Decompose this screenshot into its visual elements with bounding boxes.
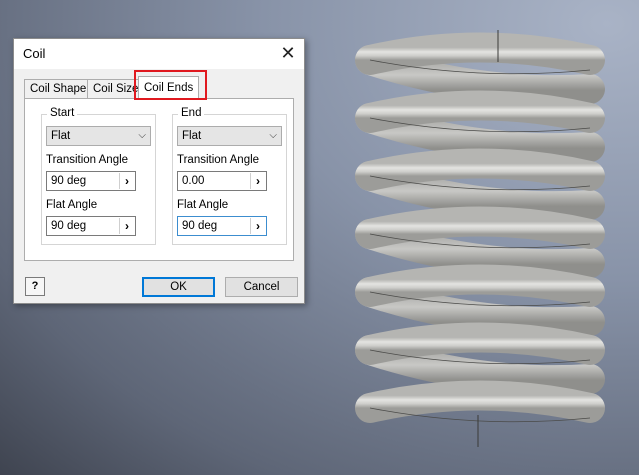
chevron-down-icon: ⌵ bbox=[138, 130, 146, 141]
start-transition-angle-label: Transition Angle bbox=[46, 154, 129, 166]
start-type-value: Flat bbox=[51, 130, 71, 142]
chevron-down-icon: ⌵ bbox=[269, 130, 277, 141]
dialog-titlebar: Coil ✕ bbox=[14, 39, 304, 69]
chevron-right-icon[interactable]: › bbox=[119, 218, 134, 234]
ok-button[interactable]: OK bbox=[142, 277, 215, 297]
tab-coil-ends[interactable]: Coil Ends bbox=[138, 76, 200, 99]
dialog-title: Coil bbox=[23, 46, 46, 61]
start-flat-angle-value: 90 deg bbox=[51, 220, 87, 232]
start-flat-angle-label: Flat Angle bbox=[46, 199, 98, 211]
coil-front-turn bbox=[355, 206, 605, 249]
cancel-button[interactable]: Cancel bbox=[225, 277, 298, 297]
start-flat-angle-field[interactable]: 90 deg › bbox=[46, 216, 136, 236]
end-group-label: End bbox=[178, 107, 205, 119]
coil-front-turn bbox=[355, 148, 605, 191]
start-group: Start Flat ⌵ Transition Angle 90 deg › F… bbox=[41, 107, 156, 245]
close-icon[interactable]: ✕ bbox=[276, 43, 300, 65]
coil-spring-model[interactable] bbox=[330, 0, 630, 475]
end-type-select[interactable]: Flat ⌵ bbox=[177, 126, 282, 146]
end-flat-angle-label: Flat Angle bbox=[177, 199, 229, 211]
start-group-label: Start bbox=[47, 107, 78, 119]
end-transition-angle-label: Transition Angle bbox=[177, 154, 260, 166]
coil-front-turn bbox=[355, 90, 605, 133]
tab-coil-size[interactable]: Coil Size bbox=[87, 79, 145, 98]
end-transition-angle-field[interactable]: 0.00 › bbox=[177, 171, 267, 191]
end-transition-angle-value: 0.00 bbox=[182, 175, 205, 187]
chevron-right-icon[interactable]: › bbox=[250, 173, 265, 189]
help-icon[interactable]: ? bbox=[25, 277, 45, 296]
start-transition-angle-value: 90 deg bbox=[51, 175, 87, 187]
start-transition-angle-field[interactable]: 90 deg › bbox=[46, 171, 136, 191]
coil-front-turn bbox=[355, 264, 605, 307]
tab-coil-shape[interactable]: Coil Shape bbox=[24, 79, 93, 98]
end-flat-angle-value: 90 deg bbox=[182, 220, 218, 232]
coil-front-turn bbox=[355, 380, 605, 423]
start-type-select[interactable]: Flat ⌵ bbox=[46, 126, 151, 146]
coil-front-turn bbox=[355, 322, 605, 365]
chevron-right-icon[interactable]: › bbox=[119, 173, 134, 189]
end-type-value: Flat bbox=[182, 130, 202, 142]
coil-ends-panel: Start Flat ⌵ Transition Angle 90 deg › F… bbox=[24, 98, 294, 261]
chevron-right-icon[interactable]: › bbox=[250, 218, 265, 234]
end-group: End Flat ⌵ Transition Angle 0.00 › Flat … bbox=[172, 107, 287, 245]
end-flat-angle-field[interactable]: 90 deg › bbox=[177, 216, 267, 236]
coil-front-turn bbox=[355, 32, 605, 75]
dialog-body: Coil Shape Coil Size Coil Ends Start Fla… bbox=[14, 69, 304, 303]
coil-dialog: Coil ✕ Coil Shape Coil Size Coil Ends St… bbox=[13, 38, 305, 304]
